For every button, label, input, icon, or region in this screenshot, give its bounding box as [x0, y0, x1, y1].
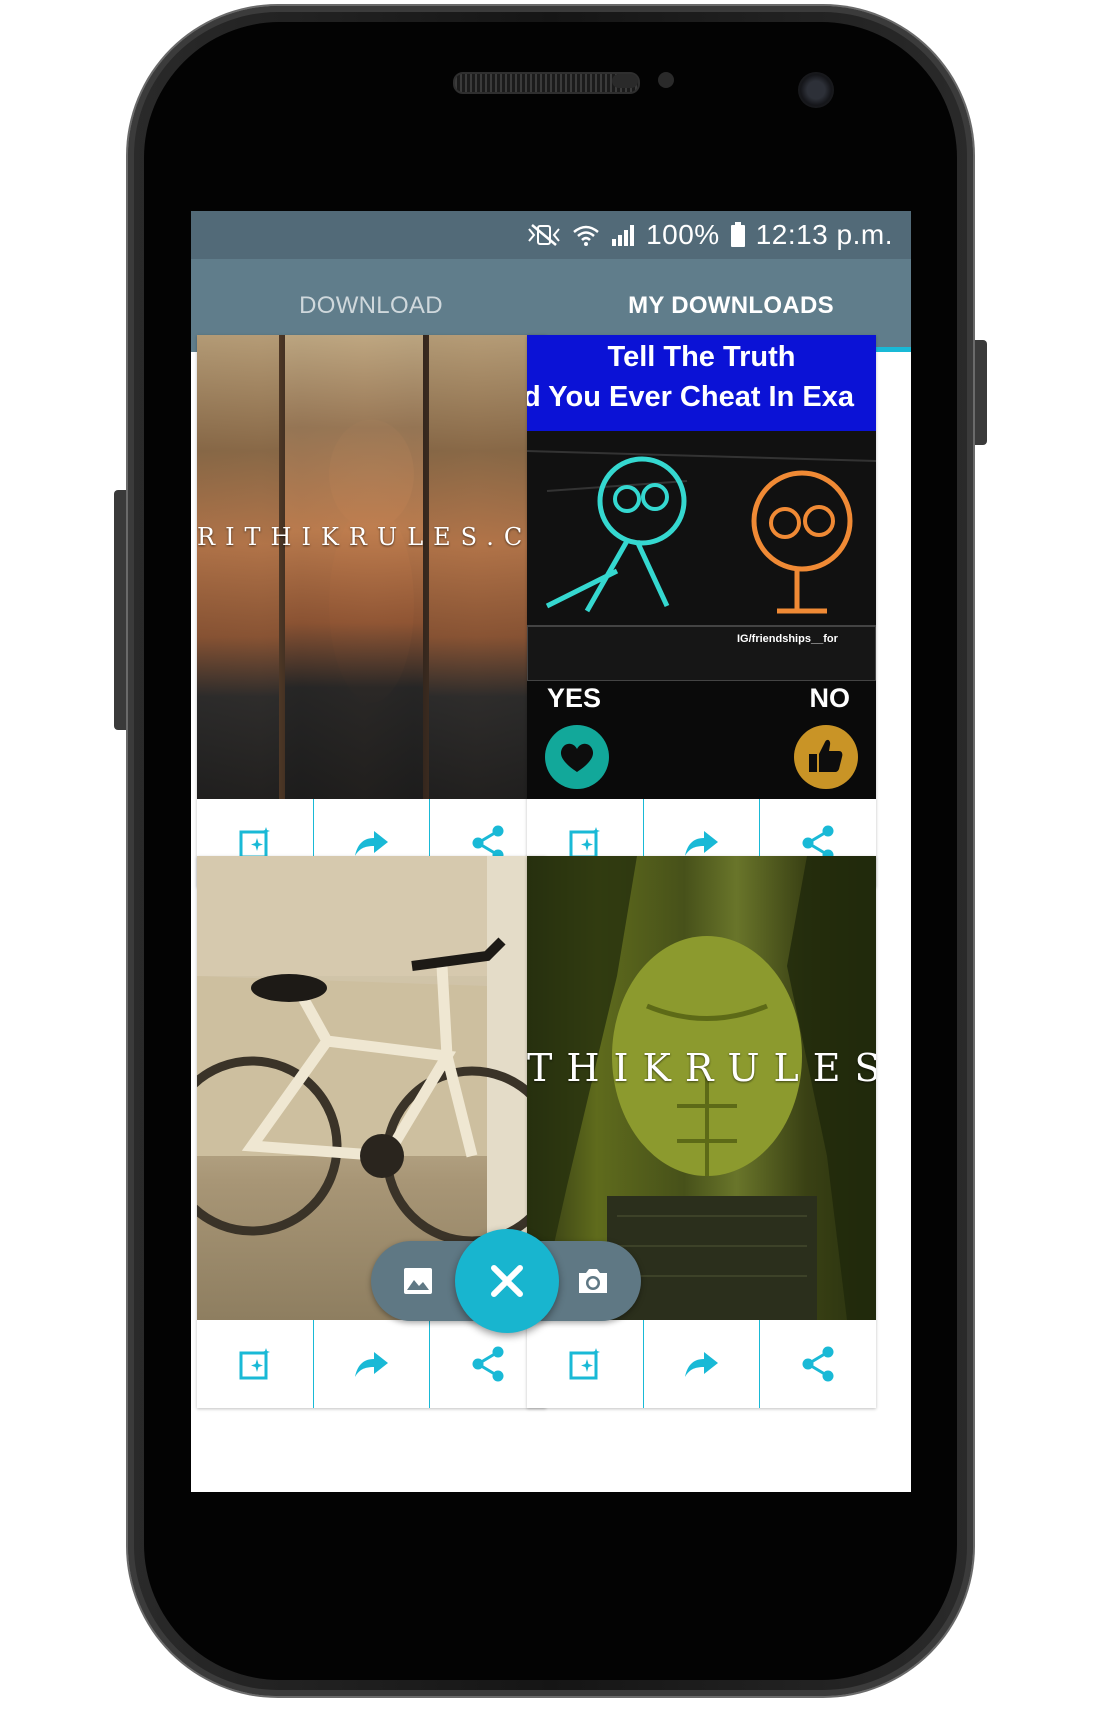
- download-card: Tell The Truth id You Ever Cheat In Exa: [527, 335, 876, 887]
- heart-icon: [545, 725, 609, 789]
- card-actions: [527, 1320, 876, 1408]
- repost-icon: [684, 831, 718, 856]
- close-icon: [491, 1265, 523, 1297]
- thumbnail-image: Tell The Truth id You Ever Cheat In Exa: [527, 335, 876, 799]
- edit-icon: [569, 1348, 600, 1380]
- thumbs-up-icon: [794, 725, 858, 789]
- status-bar: 100% 12:13 p.m.: [191, 211, 911, 259]
- battery-percent: 100%: [646, 219, 720, 250]
- power-button: [971, 340, 987, 445]
- wifi-icon: [572, 223, 600, 247]
- edit-button[interactable]: [197, 1320, 314, 1408]
- card-actions: [197, 1320, 546, 1408]
- mute-vibrate-icon: [526, 223, 562, 247]
- repost-button[interactable]: [314, 1320, 431, 1408]
- camera-button[interactable]: [573, 1261, 613, 1301]
- download-card: RITHIKRULES.CO: [197, 335, 546, 887]
- download-card: THIKRULES: [527, 856, 876, 1408]
- quiz-title: Tell The Truth: [607, 341, 796, 373]
- share-icon: [472, 1346, 504, 1382]
- battery-icon: [730, 222, 746, 248]
- repost-icon: [354, 1352, 388, 1377]
- repost-icon: [354, 831, 388, 856]
- close-fab-button[interactable]: [455, 1229, 559, 1333]
- front-camera: [798, 72, 834, 108]
- share-button[interactable]: [760, 1320, 876, 1408]
- image-watermark: THIKRULES: [527, 1046, 876, 1090]
- repost-icon: [684, 1352, 718, 1377]
- signal-icon: [610, 223, 636, 247]
- media-thumbnail[interactable]: Tell The Truth id You Ever Cheat In Exa: [527, 335, 876, 799]
- proximity-sensor: [612, 74, 638, 88]
- media-thumbnail[interactable]: RITHIKRULES.CO: [197, 335, 546, 799]
- share-icon: [802, 1346, 834, 1382]
- clock: 12:13 p.m.: [755, 219, 893, 250]
- quiz-question: id You Ever Cheat In Exa: [527, 381, 854, 413]
- repost-button[interactable]: [644, 1320, 761, 1408]
- yes-label: YES: [547, 683, 602, 713]
- image-watermark: RITHIKRULES.CO: [197, 523, 546, 551]
- quiz-banner: Tell The Truth id You Ever Cheat In Exa: [527, 335, 876, 431]
- camera-icon: [579, 1269, 607, 1293]
- thumbnail-image: RITHIKRULES.CO: [197, 335, 546, 799]
- light-sensor: [658, 72, 674, 88]
- gallery-button[interactable]: [398, 1261, 438, 1301]
- edit-icon: [239, 1348, 270, 1380]
- no-label: NO: [809, 683, 851, 713]
- gallery-icon: [404, 1268, 432, 1294]
- quiz-handle: IG/friendships__for: [737, 633, 838, 645]
- edit-button[interactable]: [527, 1320, 644, 1408]
